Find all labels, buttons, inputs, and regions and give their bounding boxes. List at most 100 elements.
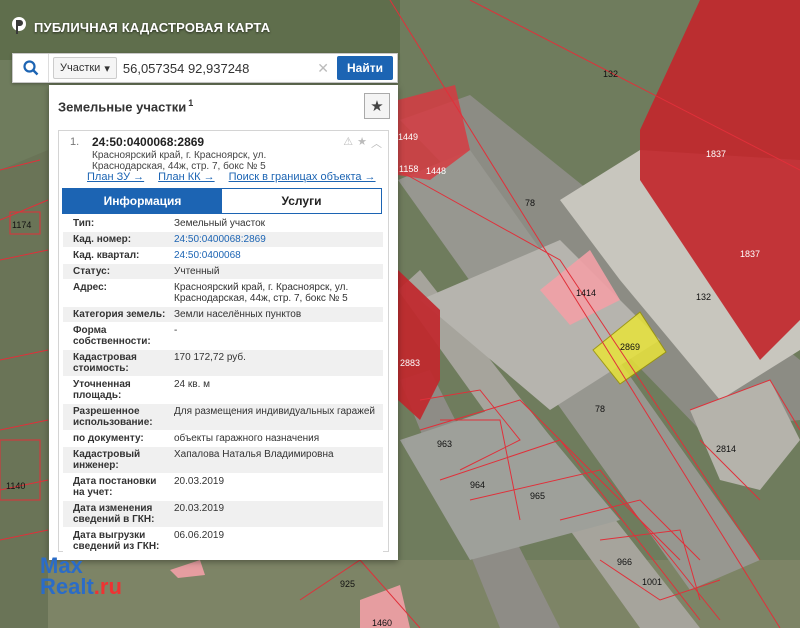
map-label: 78 [525, 198, 535, 208]
details-row: по документу: объекты гаражного назначени… [63, 431, 383, 447]
search-icon[interactable] [13, 54, 49, 82]
app-title: ПУБЛИЧНАЯ КАДАСТРОВАЯ КАРТА [34, 19, 271, 35]
details-row: Статус: Учтенный [63, 264, 383, 280]
map-label: 1140 [6, 481, 25, 491]
chevron-down-icon: ▾ [104, 62, 110, 75]
details-table: Тип: Земельный участок Кад. номер: 24:50:04… [63, 216, 383, 555]
map-label: 1837 [740, 249, 760, 259]
map-label: 1001 [642, 577, 662, 587]
search-input[interactable] [122, 60, 318, 76]
details-row: Дата изменения сведений в ГКН: 20.03.2019 [63, 501, 383, 528]
details-row: Кадастровая стоимость: 170 172,72 руб. [63, 350, 383, 377]
details-value: Земельный участок [174, 218, 266, 229]
object-tabs: Информация Услуги [62, 188, 382, 214]
map-label: 1448 [426, 166, 446, 176]
details-row: Уточненная площадь: 24 кв. м [63, 377, 383, 404]
watermark-max: Max [40, 553, 83, 578]
details-value: 06.06.2019 [174, 530, 225, 541]
results-count: 1 [188, 97, 194, 108]
details-value: Хапалова Наталья Владимировна [174, 449, 334, 460]
details-row: Кадастровый инженер: Хапалова Наталья Вла… [63, 447, 383, 474]
map-label: 2869 [620, 342, 640, 352]
details-row: Кад. квартал: 24:50:0400068 [63, 248, 383, 264]
details-value-link[interactable]: 24:50:0400068:2869 [168, 232, 383, 247]
details-value: 20.03.2019 [174, 476, 225, 487]
details-row: Кад. номер: 24:50:0400068:2869 [63, 232, 383, 248]
details-label: Кадастровый инженер: [73, 449, 141, 471]
details-label: Кадастровая стоимость: [73, 352, 137, 374]
map-label: 132 [603, 69, 618, 79]
details-value: Учтенный [174, 266, 220, 277]
search-in-bounds-link[interactable]: Поиск в границах объекта → [229, 171, 376, 183]
details-label: Кад. номер: [73, 234, 132, 245]
watermark-realt: Realt.ru [40, 574, 122, 599]
star-icon[interactable]: ★ [364, 93, 390, 119]
details-value: Красноярский край, г. Красноярск, ул. Кр… [174, 282, 349, 304]
map-label: 2814 [716, 444, 736, 454]
plan-zu-link[interactable]: План ЗУ → [87, 171, 144, 183]
details-value: Для размещения индивидуальных гаражей [174, 406, 376, 417]
map-label: 964 [470, 480, 485, 490]
map-label: 966 [617, 557, 632, 567]
panel-title: Земельные участки 1 [58, 97, 194, 115]
details-value: Земли населённых пунктов [174, 309, 302, 320]
map-label: 925 [340, 579, 355, 589]
search-bar: Участки ▾ ✕ Найти [12, 53, 398, 83]
details-label: Кад. квартал: [73, 250, 140, 261]
map-label: 1174 [12, 220, 31, 230]
details-label: Дата выгрузки сведений из ГКН: [73, 530, 160, 552]
details-value: 24 кв. м [174, 379, 211, 390]
search-type-label: Участки [60, 62, 101, 74]
map-label: 1449 [398, 132, 418, 142]
results-panel: Земельные участки 1 ★ 1. 24:50:0400068:28… [49, 85, 398, 560]
clear-icon[interactable]: ✕ [317, 60, 329, 77]
map-label: 2883 [400, 358, 420, 368]
details-row: Дата постановки на учет: 20.03.2019 [63, 474, 383, 501]
warning-icon[interactable]: ⚠ [343, 135, 353, 151]
map-label: 963 [437, 439, 452, 449]
details-value: объекты гаражного назначения [174, 433, 320, 444]
object-address: Красноярский край, г. Красноярск, ул. Кр… [92, 150, 267, 172]
details-label: по документу: [73, 433, 144, 444]
details-value: 170 172,72 руб. [174, 352, 246, 363]
favorite-star-icon[interactable]: ★ [357, 135, 367, 151]
map-label: 1460 [372, 618, 392, 628]
map-label: 965 [530, 491, 545, 501]
details-value: 20.03.2019 [174, 503, 225, 514]
object-links: План ЗУ → План КК → Поиск в границах объ… [87, 171, 387, 183]
details-value: - [174, 325, 178, 336]
tab-services[interactable]: Услуги [222, 189, 381, 213]
details-label: Статус: [73, 266, 111, 277]
object-cadastral-id: 24:50:0400068:2869 [92, 135, 205, 149]
details-row: Адрес: Красноярский край, г. Красноярск, … [63, 280, 383, 307]
details-value-link[interactable]: 24:50:0400068 [168, 248, 383, 263]
panel-header: Земельные участки 1 ★ [49, 85, 398, 127]
map-label: 1837 [706, 149, 726, 159]
details-row: Разрешенное использование: Для размещения… [63, 404, 383, 431]
object-index: 1. [70, 136, 80, 148]
details-row: Категория земель: Земли населённых пункто… [63, 307, 383, 323]
details-label: Адрес: [73, 282, 107, 293]
details-label: Дата постановки на учет: [73, 476, 157, 498]
details-label: Дата изменения сведений в ГКН: [73, 503, 155, 525]
details-label: Разрешенное использование: [73, 406, 153, 428]
plan-kk-link[interactable]: План КК → [158, 171, 214, 183]
details-label: Категория земель: [73, 309, 166, 320]
search-type-select[interactable]: Участки ▾ [53, 57, 117, 79]
object-actions: ⚠ ★ ︿ [343, 135, 382, 151]
app-header: ПУБЛИЧНАЯ КАДАСТРОВАЯ КАРТА [10, 16, 270, 38]
chevron-up-icon[interactable]: ︿ [371, 135, 382, 151]
find-button[interactable]: Найти [337, 56, 393, 80]
details-row: Тип: Земельный участок [63, 216, 383, 232]
map-label: 78 [595, 404, 605, 414]
tab-information[interactable]: Информация [63, 189, 222, 213]
details-row: Форма собственности: - [63, 323, 383, 350]
map-label: 1158 [399, 164, 418, 174]
map-label: 132 [696, 292, 711, 302]
pkk-logo-icon [12, 17, 26, 34]
details-label: Уточненная площадь: [73, 379, 131, 401]
details-row: Дата выгрузки сведений из ГКН: 06.06.2019 [63, 528, 383, 555]
map-label: 1414 [576, 288, 596, 298]
details-label: Тип: [73, 218, 95, 229]
details-label: Форма собственности: [73, 325, 151, 347]
